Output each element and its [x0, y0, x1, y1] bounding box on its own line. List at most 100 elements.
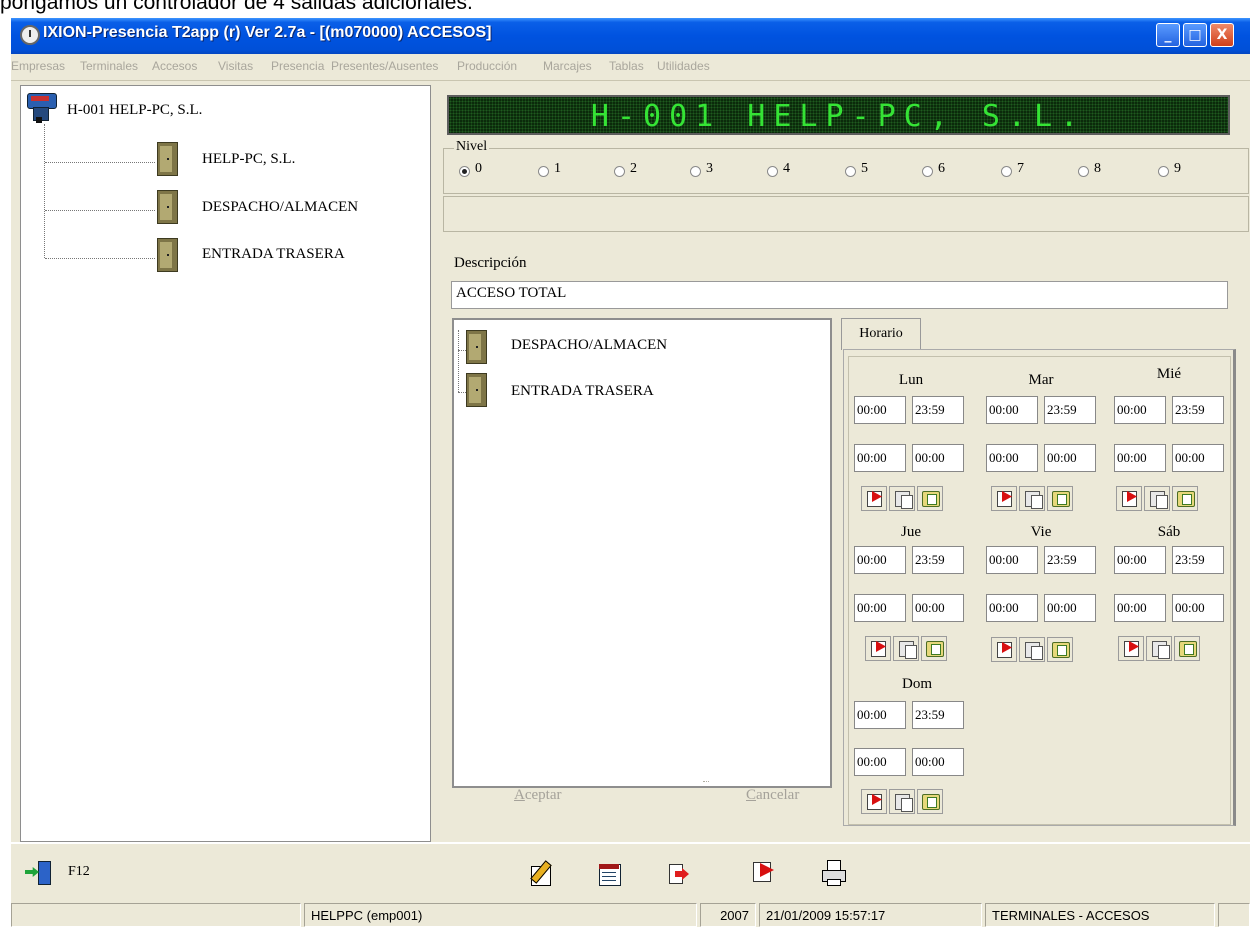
menu-utilidades[interactable]: Utilidades: [657, 59, 710, 73]
nivel-radio-9[interactable]: [1158, 166, 1169, 177]
menu-presencia[interactable]: Presencia: [271, 59, 324, 73]
time-input-start[interactable]: 00:00: [1114, 546, 1166, 574]
cut-schedule-button[interactable]: [991, 486, 1017, 511]
cut-schedule-button[interactable]: [861, 789, 887, 814]
time-input-end[interactable]: 23:59: [1044, 396, 1096, 424]
cut-schedule-button[interactable]: [1116, 486, 1142, 511]
nivel-radio-7[interactable]: [1001, 166, 1012, 177]
time-input-end2[interactable]: 00:00: [912, 444, 964, 472]
menu-terminales[interactable]: Terminales: [80, 59, 138, 73]
menu-marcajes[interactable]: Marcajes: [543, 59, 592, 73]
paste-schedule-button[interactable]: [1174, 636, 1200, 661]
tree-item-label[interactable]: HELP-PC, S.L.: [202, 151, 295, 168]
nivel-radio-8[interactable]: [1078, 166, 1089, 177]
copy-schedule-button[interactable]: [1019, 637, 1045, 662]
title-bar[interactable]: IXION-Presencia T2app (r) Ver 2.7a - [(m…: [11, 18, 1250, 54]
nivel-radio-label: 3: [706, 161, 713, 176]
door-list-item[interactable]: ENTRADA TRASERA: [511, 383, 654, 400]
time-input-end2[interactable]: 00:00: [1172, 444, 1224, 472]
print-icon[interactable]: [821, 860, 847, 888]
time-input-end[interactable]: 23:59: [912, 396, 964, 424]
cut-icon[interactable]: [751, 860, 777, 888]
copy-schedule-button[interactable]: [889, 486, 915, 511]
time-input-end2[interactable]: 00:00: [1044, 444, 1096, 472]
tree-root-label[interactable]: H-001 HELP-PC, S.L.: [67, 102, 202, 119]
time-input-start2[interactable]: 00:00: [854, 594, 906, 622]
cancel-button[interactable]: Cancelar: [746, 787, 799, 804]
time-input-end[interactable]: 23:59: [912, 701, 964, 729]
paste-schedule-button[interactable]: [921, 636, 947, 661]
menu-produccion[interactable]: Producción: [457, 59, 517, 73]
status-module: TERMINALES - ACCESOS: [985, 903, 1215, 927]
next-icon[interactable]: [667, 862, 693, 890]
day-label-dom: Dom: [902, 676, 932, 692]
paste-icon: [1177, 491, 1195, 507]
copy-icon: [1150, 491, 1168, 509]
copy-schedule-button[interactable]: [893, 636, 919, 661]
time-input-end2[interactable]: 00:00: [1172, 594, 1224, 622]
accept-button[interactable]: Aceptar: [514, 787, 561, 804]
cut-schedule-button[interactable]: [861, 486, 887, 511]
time-input-start2[interactable]: 00:00: [986, 444, 1038, 472]
time-input-start2[interactable]: 00:00: [1114, 444, 1166, 472]
nivel-radio-4[interactable]: [767, 166, 778, 177]
nivel-radio-0[interactable]: [459, 166, 470, 177]
time-input-start[interactable]: 00:00: [1114, 396, 1166, 424]
nivel-radio-2[interactable]: [614, 166, 625, 177]
menu-visitas[interactable]: Visitas: [218, 59, 253, 73]
tree-item-label[interactable]: ENTRADA TRASERA: [202, 246, 345, 263]
tab-horario[interactable]: Horario: [841, 318, 921, 350]
nivel-radio-6[interactable]: [922, 166, 933, 177]
nivel-radio-1[interactable]: [538, 166, 549, 177]
spacer-panel: [443, 196, 1249, 232]
menu-empresas[interactable]: Empresas: [11, 59, 65, 73]
descripcion-input[interactable]: ACCESO TOTAL: [451, 281, 1228, 309]
minimize-button[interactable]: _: [1156, 23, 1180, 47]
time-input-start[interactable]: 00:00: [854, 396, 906, 424]
tree-item-label[interactable]: DESPACHO/ALMACEN: [202, 199, 358, 216]
time-input-start2[interactable]: 00:00: [1114, 594, 1166, 622]
nivel-radio-5[interactable]: [845, 166, 856, 177]
door-list-item[interactable]: DESPACHO/ALMACEN: [511, 337, 667, 354]
menu-accesos[interactable]: Accesos: [152, 59, 197, 73]
time-input-start2[interactable]: 00:00: [986, 594, 1038, 622]
doors-list[interactable]: DESPACHO/ALMACEN ENTRADA TRASERA: [452, 318, 832, 788]
cut-schedule-button[interactable]: [865, 636, 891, 661]
time-input-end2[interactable]: 00:00: [912, 748, 964, 776]
maximize-button[interactable]: □: [1183, 23, 1207, 47]
paste-schedule-button[interactable]: [1047, 637, 1073, 662]
time-input-start[interactable]: 00:00: [986, 396, 1038, 424]
time-input-start2[interactable]: 00:00: [854, 444, 906, 472]
edit-icon[interactable]: [529, 860, 555, 888]
nivel-radio-label: 5: [861, 161, 868, 176]
time-input-start[interactable]: 00:00: [854, 701, 906, 729]
time-input-end2[interactable]: 00:00: [1044, 594, 1096, 622]
nivel-radio-3[interactable]: [690, 166, 701, 177]
copy-schedule-button[interactable]: [1146, 636, 1172, 661]
menu-presentes-ausentes[interactable]: Presentes/Ausentes: [331, 59, 438, 73]
time-input-start2[interactable]: 00:00: [854, 748, 906, 776]
paste-schedule-button[interactable]: [917, 789, 943, 814]
cut-schedule-button[interactable]: [1118, 636, 1144, 661]
time-input-start[interactable]: 00:00: [986, 546, 1038, 574]
app-clock-icon[interactable]: [20, 25, 40, 45]
cut-schedule-button[interactable]: [991, 637, 1017, 662]
exit-door-icon[interactable]: [25, 861, 51, 885]
paste-schedule-button[interactable]: [1047, 486, 1073, 511]
time-input-end[interactable]: 23:59: [1044, 546, 1096, 574]
copy-schedule-button[interactable]: [1019, 486, 1045, 511]
copy-schedule-button[interactable]: [889, 789, 915, 814]
time-input-start[interactable]: 00:00: [854, 546, 906, 574]
time-input-end[interactable]: 23:59: [1172, 546, 1224, 574]
menu-tablas[interactable]: Tablas: [609, 59, 644, 73]
paste-schedule-button[interactable]: [917, 486, 943, 511]
time-input-end[interactable]: 23:59: [1172, 396, 1224, 424]
time-input-end2[interactable]: 00:00: [912, 594, 964, 622]
paste-schedule-button[interactable]: [1172, 486, 1198, 511]
close-button[interactable]: X: [1210, 23, 1234, 47]
list-icon[interactable]: [597, 862, 623, 890]
copy-schedule-button[interactable]: [1144, 486, 1170, 511]
nivel-radio-label: 8: [1094, 161, 1101, 176]
time-input-end[interactable]: 23:59: [912, 546, 964, 574]
company-tree[interactable]: H-001 HELP-PC, S.L. HELP-PC, S.L. DESPAC…: [20, 85, 431, 842]
